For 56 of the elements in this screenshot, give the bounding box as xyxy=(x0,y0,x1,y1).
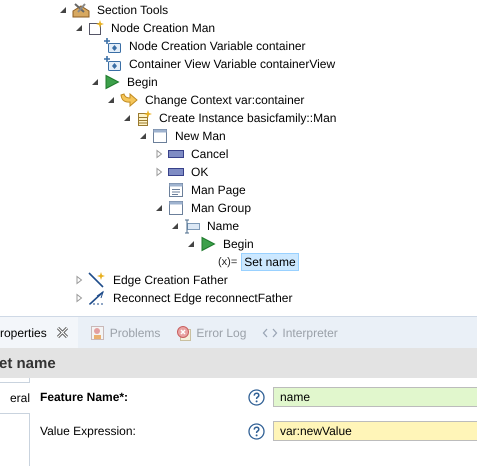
error-log-icon xyxy=(176,324,192,340)
diagonal-line-icon xyxy=(88,272,106,288)
close-icon[interactable] xyxy=(56,327,68,338)
page-icon xyxy=(168,182,184,198)
tree-item[interactable]: Section Tools xyxy=(94,1,172,19)
tree-item[interactable]: Set name xyxy=(241,253,299,271)
expanded-arrow-icon[interactable] xyxy=(122,113,132,123)
play-icon xyxy=(200,236,216,252)
expanded-arrow-icon[interactable] xyxy=(186,239,196,249)
tree-item[interactable]: Create Instance basicfamily::Man xyxy=(156,109,340,127)
toolbox-icon xyxy=(72,2,90,18)
text-field[interactable]: name xyxy=(273,387,477,407)
tree-item[interactable]: Edge Creation Father xyxy=(110,271,231,289)
collapsed-arrow-icon[interactable] xyxy=(154,149,164,159)
window-icon xyxy=(168,200,184,216)
field-label: Value Expression: xyxy=(40,424,137,438)
reconnect-edge-icon xyxy=(88,290,106,306)
text-field[interactable]: var:newValue xyxy=(273,421,477,441)
expanded-arrow-icon[interactable] xyxy=(74,23,84,33)
collapsed-arrow-icon[interactable] xyxy=(74,293,84,303)
tree-item[interactable]: Man Group xyxy=(188,199,254,217)
new-node-icon xyxy=(88,20,104,36)
expanded-arrow-icon[interactable] xyxy=(58,5,68,15)
expanded-arrow-icon[interactable] xyxy=(154,203,164,213)
play-icon xyxy=(104,74,120,90)
tree-item[interactable]: Node Creation Variable container xyxy=(126,37,309,55)
expanded-arrow-icon[interactable] xyxy=(90,77,100,87)
collapsed-arrow-icon[interactable] xyxy=(74,275,84,285)
expanded-arrow-icon[interactable] xyxy=(170,221,180,231)
expanded-arrow-icon[interactable] xyxy=(138,131,148,141)
tree-item[interactable]: Man Page xyxy=(188,181,249,199)
field-label: Feature Name*: xyxy=(40,390,130,404)
tree-item[interactable]: Node Creation Man xyxy=(108,19,218,37)
tree-item[interactable]: Cancel xyxy=(188,145,232,163)
tree-item[interactable]: Begin xyxy=(124,73,161,91)
window-icon xyxy=(152,128,168,144)
set-value-icon: (x)= xyxy=(216,256,238,268)
new-object-icon xyxy=(136,110,152,126)
view-tab[interactable]: roperties xyxy=(0,317,78,348)
tree-item[interactable]: Name xyxy=(204,217,242,235)
help-icon[interactable] xyxy=(248,422,265,440)
help-icon[interactable] xyxy=(248,388,265,406)
problems-icon xyxy=(90,324,106,340)
tree-item[interactable]: New Man xyxy=(172,127,229,145)
text-field-icon xyxy=(184,218,200,234)
tree-item[interactable]: OK xyxy=(188,163,212,181)
variable-icon xyxy=(104,56,122,72)
tree-item[interactable]: Change Context var:container xyxy=(142,91,308,109)
collapsed-arrow-icon[interactable] xyxy=(154,167,164,177)
tree-item[interactable]: Container View Variable containerView xyxy=(126,55,338,73)
tree-item[interactable]: Begin xyxy=(220,235,257,253)
tree-item[interactable]: Reconnect Edge reconnectFather xyxy=(110,289,296,307)
section-tab[interactable]: eral xyxy=(0,382,30,414)
curved-arrow-icon xyxy=(120,92,138,108)
variable-icon xyxy=(104,38,122,54)
expanded-arrow-icon[interactable] xyxy=(106,95,116,105)
